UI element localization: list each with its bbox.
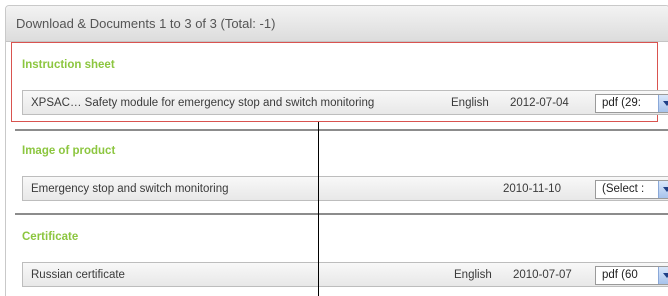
file-select[interactable]: pdf (29:	[595, 94, 668, 113]
section-divider	[15, 129, 668, 131]
file-select[interactable]: pdf (60	[595, 266, 668, 285]
document-date: 2012-07-04	[510, 97, 569, 109]
document-name[interactable]: Russian certificate	[31, 269, 125, 281]
document-language: English	[451, 97, 489, 109]
section-title-instruction-sheet: Instruction sheet	[22, 59, 115, 71]
section-divider	[15, 213, 668, 215]
panel-header: Download & Documents 1 to 3 of 3 (Total:…	[6, 6, 668, 42]
chevron-down-icon[interactable]	[658, 267, 668, 284]
document-row[interactable]: Russian certificate English 2010-07-07 p…	[22, 262, 668, 287]
panel-title: Download & Documents 1 to 3 of 3 (Total:…	[16, 16, 276, 31]
file-select[interactable]: (Select :	[595, 180, 668, 199]
document-row[interactable]: Emergency stop and switch monitoring 201…	[22, 176, 668, 201]
chevron-down-icon[interactable]	[658, 95, 668, 112]
document-date: 2010-11-10	[503, 183, 561, 195]
document-name[interactable]: Emergency stop and switch monitoring	[31, 183, 229, 195]
file-select-value: (Select :	[602, 183, 645, 195]
document-name[interactable]: XPSAC… Safety module for emergency stop …	[31, 97, 374, 109]
chevron-down-icon[interactable]	[658, 181, 668, 198]
section-title-certificate: Certificate	[22, 231, 79, 243]
file-select-value: pdf (60	[602, 269, 638, 281]
pointer-line	[318, 122, 319, 296]
document-row[interactable]: XPSAC… Safety module for emergency stop …	[22, 90, 668, 115]
document-date: 2010-07-07	[513, 269, 572, 281]
file-select-value: pdf (29:	[602, 97, 641, 109]
document-language: English	[454, 269, 492, 281]
section-title-image-of-product: Image of product	[22, 145, 116, 157]
